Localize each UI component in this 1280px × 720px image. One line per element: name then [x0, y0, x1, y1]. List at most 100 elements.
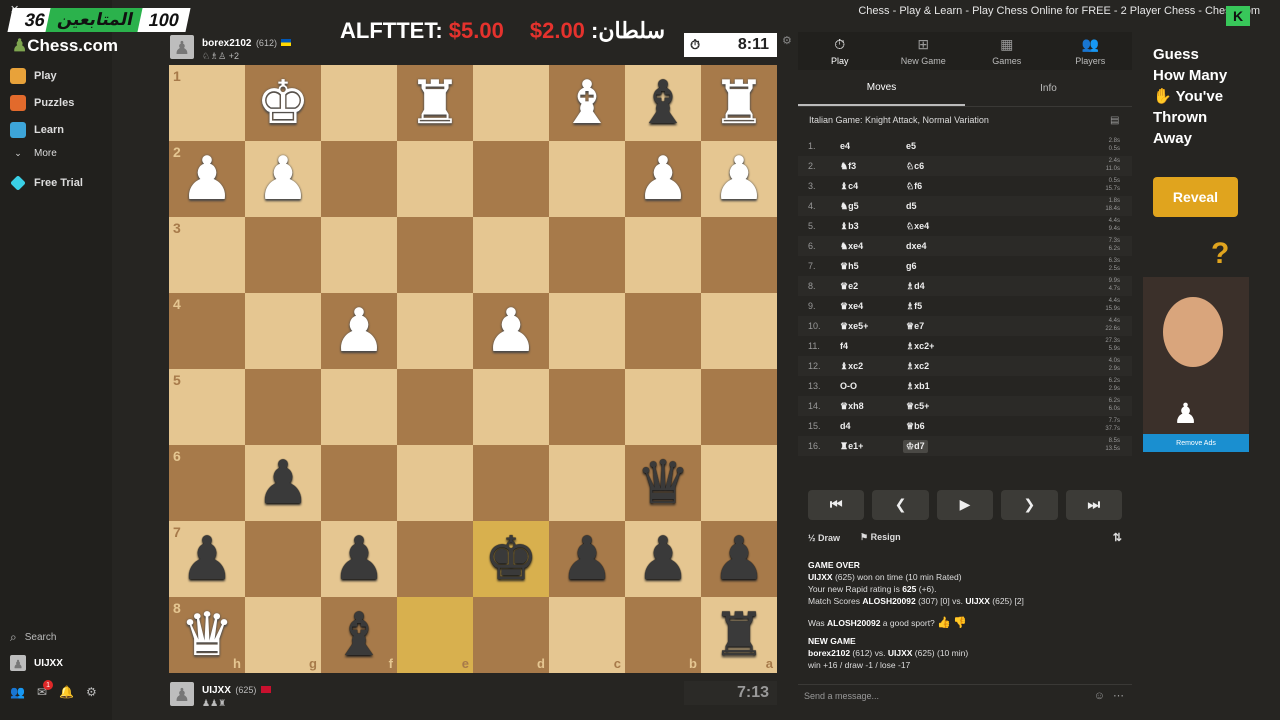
chesscom-logo[interactable]: ♟Chess.com	[12, 36, 118, 56]
board-square[interactable]	[397, 521, 473, 597]
bell-icon[interactable]: 🔔	[59, 685, 74, 699]
board-square[interactable]: 7 ♟	[169, 521, 245, 597]
more-options-icon[interactable]: ⋯	[1113, 689, 1124, 702]
black-rook-piece[interactable]: ♜	[712, 605, 766, 665]
black-move[interactable]: ♕c5+	[906, 401, 929, 412]
white-move[interactable]: d4	[840, 421, 851, 431]
board-square[interactable]: ♝	[549, 65, 625, 141]
board-settings-icon[interactable]: ⚙	[782, 34, 792, 47]
board-square[interactable]: g	[245, 597, 321, 673]
black-move[interactable]: e5	[906, 141, 916, 151]
board-square[interactable]	[625, 369, 701, 445]
board-square[interactable]: ♟	[321, 293, 397, 369]
board-square[interactable]: ♟	[245, 141, 321, 217]
tab-play[interactable]: ⏱ Play	[798, 32, 882, 70]
board-square[interactable]	[397, 293, 473, 369]
black-move[interactable]: ♕b6	[906, 421, 925, 432]
board-square[interactable]	[701, 445, 777, 521]
board-square[interactable]	[245, 369, 321, 445]
board-square[interactable]	[321, 217, 397, 293]
emoji-icon[interactable]: ☺	[1094, 690, 1105, 702]
white-move[interactable]: ♝c4	[840, 181, 858, 192]
avatar[interactable]: ♟	[170, 682, 194, 706]
white-pawn-piece[interactable]: ♟	[180, 149, 234, 209]
white-bishop-piece[interactable]: ♝	[560, 73, 614, 133]
white-pawn-piece[interactable]: ♟	[636, 149, 690, 209]
prev-move-button[interactable]: ❮	[872, 490, 929, 520]
white-move[interactable]: e4	[840, 141, 850, 151]
black-pawn-piece[interactable]: ♟	[256, 453, 310, 513]
board-square[interactable]	[549, 217, 625, 293]
white-move[interactable]: ♛xe4	[840, 301, 863, 312]
log-player[interactable]: borex2102	[808, 648, 850, 658]
board-square[interactable]: ♚	[245, 65, 321, 141]
black-move[interactable]: g6	[906, 261, 917, 271]
white-pawn-piece[interactable]: ♟	[332, 301, 386, 361]
sidebar-item-learn[interactable]: Learn	[10, 122, 64, 138]
black-pawn-piece[interactable]: ♟	[712, 529, 766, 589]
clipboard-icon[interactable]: ▤	[1110, 115, 1119, 126]
board-square[interactable]	[473, 445, 549, 521]
avatar[interactable]: ♟	[170, 35, 194, 59]
board-square[interactable]: ♟	[549, 521, 625, 597]
board-square[interactable]	[549, 141, 625, 217]
board-square[interactable]: b	[625, 597, 701, 673]
white-move[interactable]: ♞f3	[840, 161, 856, 172]
board-square[interactable]	[321, 65, 397, 141]
remove-ads-button[interactable]: Remove Ads	[1143, 434, 1249, 452]
black-move[interactable]: ♘f6	[906, 181, 922, 192]
reveal-button[interactable]: Reveal	[1153, 177, 1238, 217]
board-square[interactable]: 2 ♟	[169, 141, 245, 217]
next-move-button[interactable]: ❯	[1001, 490, 1058, 520]
black-bishop-piece[interactable]: ♝	[332, 605, 386, 665]
board-square[interactable]	[321, 369, 397, 445]
log-player[interactable]: UIJXX	[888, 648, 913, 658]
messages-icon[interactable]: ✉ 1	[37, 680, 54, 699]
board-square[interactable]	[549, 369, 625, 445]
sidebar-user[interactable]: ♟ UIJXX	[10, 655, 63, 671]
board-square[interactable]	[397, 141, 473, 217]
black-pawn-piece[interactable]: ♟	[332, 529, 386, 589]
white-move[interactable]: ♛e2	[840, 281, 858, 292]
board-square[interactable]: ♟	[625, 521, 701, 597]
subtab-moves[interactable]: Moves	[798, 70, 965, 106]
board-square[interactable]: ♟	[701, 521, 777, 597]
board-square[interactable]	[701, 217, 777, 293]
black-move[interactable]: d5	[906, 201, 917, 211]
black-move[interactable]: ♗d4	[906, 281, 925, 292]
white-move[interactable]: ♜e1+	[840, 441, 863, 452]
last-move-button[interactable]: ⏭	[1065, 490, 1123, 520]
black-move[interactable]: ♗xb1	[906, 381, 930, 392]
chess-board[interactable]: 1 ♚ ♜ ♝ ♝ ♜ 2 ♟ ♟ ♟ ♟ 3 4 ♟ ♟ 5 6 ♟ ♛ 7 ♟ ♟ ♚ ♟ ♟ ♟ 8 h ♛ g f ♝ e d c b a ♜	[169, 65, 777, 673]
black-move[interactable]: ♘c6	[906, 161, 924, 172]
thumbs-up-icon[interactable]: 👍	[937, 617, 951, 629]
draw-button[interactable]: ½ Draw	[808, 533, 840, 543]
board-square[interactable]	[397, 445, 473, 521]
board-square[interactable]	[549, 293, 625, 369]
board-square[interactable]: 4	[169, 293, 245, 369]
sidebar-item-more[interactable]: ⌄ More	[10, 148, 57, 159]
black-move[interactable]: ♗f5	[906, 301, 922, 312]
board-square[interactable]: ♟	[625, 141, 701, 217]
black-move[interactable]: ♗xc2+	[906, 341, 934, 352]
play-button[interactable]: ▶	[936, 490, 994, 520]
thumbs-down-icon[interactable]: 👎	[953, 617, 967, 629]
board-square[interactable]: ♟	[473, 293, 549, 369]
board-square[interactable]	[397, 217, 473, 293]
white-move[interactable]: f4	[840, 341, 848, 351]
black-move[interactable]: ♘xe4	[906, 221, 929, 232]
chat-input[interactable]: Send a message... ☺ ⋯	[798, 684, 1132, 706]
tab-new-game[interactable]: ⊞ New Game	[882, 32, 966, 70]
black-move[interactable]: ♗xc2	[906, 361, 929, 372]
board-square[interactable]: ♜	[397, 65, 473, 141]
sidebar-item-puzzles[interactable]: Puzzles	[10, 95, 74, 111]
white-rook-piece[interactable]: ♜	[712, 73, 766, 133]
black-queen-piece[interactable]: ♛	[636, 453, 690, 513]
board-square[interactable]	[473, 65, 549, 141]
board-square[interactable]	[245, 293, 321, 369]
board-square[interactable]: ♛	[625, 445, 701, 521]
board-square[interactable]	[473, 217, 549, 293]
black-pawn-piece[interactable]: ♟	[636, 529, 690, 589]
log-player[interactable]: UIJXX	[808, 572, 833, 582]
black-move[interactable]: dxe4	[906, 241, 927, 251]
